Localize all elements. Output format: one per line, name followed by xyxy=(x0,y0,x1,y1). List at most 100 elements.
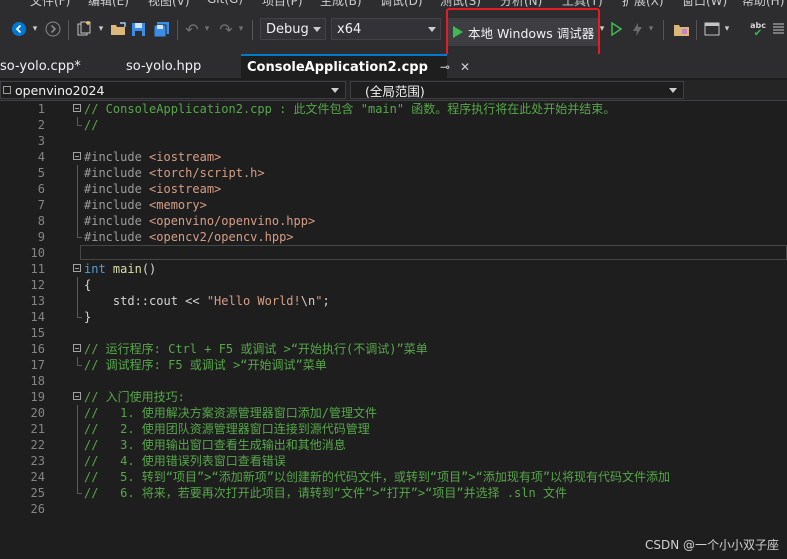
spell-check-icon[interactable]: abc ✔ xyxy=(748,18,768,40)
watermark: CSDN @一个小小双子座 xyxy=(644,538,779,552)
collapse-icon[interactable] xyxy=(73,152,81,160)
redo-icon[interactable]: ↷ xyxy=(216,18,236,40)
menu-item[interactable]: 项目(P) xyxy=(262,0,303,8)
collapse-icon[interactable] xyxy=(73,392,81,400)
code-text: // 运行程序: Ctrl + F5 或调试 >“开始执行(不调试)”菜单 xyxy=(84,341,428,357)
code-token: // 2. 使用团队资源管理器窗口连接到源代码管理 xyxy=(84,422,370,436)
scope-value: (全局范围) xyxy=(365,83,425,99)
code-line[interactable]: 12 { xyxy=(0,277,787,293)
menu-item[interactable]: 帮助(H) xyxy=(742,0,784,8)
code-line[interactable]: 19 // 入门使用技巧: xyxy=(0,389,787,405)
back-dropdown-icon[interactable]: ▾ xyxy=(30,18,40,40)
code-token: main xyxy=(112,262,142,276)
menu-item[interactable]: 窗口(W) xyxy=(682,0,727,8)
code-line[interactable]: 6 #include <iostream> xyxy=(0,181,787,197)
code-line[interactable]: 21 // 2. 使用团队资源管理器窗口连接到源代码管理 xyxy=(0,421,787,437)
forward-icon[interactable] xyxy=(42,18,64,40)
hot-reload-dropdown-icon[interactable]: ▾ xyxy=(646,18,656,40)
code-line[interactable]: 14} xyxy=(0,309,787,325)
open-folder-icon[interactable] xyxy=(108,18,128,40)
code-line[interactable]: 10 xyxy=(0,245,787,261)
code-line[interactable]: 11 int main() xyxy=(0,261,787,277)
code-line[interactable]: 2 // xyxy=(0,117,787,133)
start-debug-button[interactable]: 本地 Windows 调试器 xyxy=(448,18,598,46)
outline-guide xyxy=(77,229,82,238)
hot-reload-icon[interactable] xyxy=(628,18,646,40)
collapse-icon[interactable] xyxy=(73,104,81,112)
undo-icon[interactable]: ↶ xyxy=(182,18,202,40)
code-line[interactable]: 13 std::cout << "Hello World!\n"; xyxy=(0,293,787,309)
start-without-debug-icon[interactable] xyxy=(607,18,625,40)
code-line[interactable]: 1 // ConsoleApplication2.cpp : 此文件包含 "mai… xyxy=(0,101,787,117)
outline-guide xyxy=(77,469,78,485)
menu-item[interactable]: 测试(S) xyxy=(440,0,481,8)
code-line[interactable]: 25 // 6. 将来，若要再次打开此项目，请转到“文件”>“打开”>“项目”并选… xyxy=(0,485,787,501)
back-icon[interactable] xyxy=(8,18,30,40)
code-line[interactable]: 4 #include <iostream> xyxy=(0,149,787,165)
chevron-down-icon xyxy=(331,88,339,93)
layout-dropdown-icon[interactable]: ▾ xyxy=(722,18,732,40)
menu-item[interactable]: Git(G) xyxy=(207,0,243,6)
code-text: } xyxy=(84,309,91,325)
code-line[interactable]: 17 // 调试程序: F5 或调试 >“开始调试”菜单 xyxy=(0,357,787,373)
save-icon[interactable] xyxy=(128,18,148,40)
code-line[interactable]: 7 #include <memory> xyxy=(0,197,787,213)
pin-icon[interactable]: ⊸ xyxy=(440,60,450,74)
line-number: 23 xyxy=(30,454,45,468)
code-line[interactable]: 20 // 1. 使用解决方案资源管理器窗口添加/管理文件 xyxy=(0,405,787,421)
save-all-icon[interactable] xyxy=(150,18,172,40)
comment-icon[interactable] xyxy=(770,18,786,40)
code-line[interactable]: 16 // 运行程序: Ctrl + F5 或调试 >“开始执行(不调试)”菜单 xyxy=(0,341,787,357)
code-line[interactable]: 15 xyxy=(0,325,787,341)
collapse-icon[interactable] xyxy=(73,344,81,352)
code-token: // 1. 使用解决方案资源管理器窗口添加/管理文件 xyxy=(84,406,378,420)
code-line[interactable]: 3 xyxy=(0,133,787,149)
code-line[interactable]: 24 // 5. 转到“项目”>“添加新项”以创建新的代码文件，或转到“项目”>“… xyxy=(0,469,787,485)
new-dropdown-icon[interactable]: ▾ xyxy=(96,18,106,40)
code-line[interactable]: 18 xyxy=(0,373,787,389)
outline-guide xyxy=(77,421,78,437)
menu-item[interactable]: 扩展(X) xyxy=(622,0,664,8)
solution-explorer-icon[interactable] xyxy=(670,18,692,40)
code-line[interactable]: 23 // 4. 使用错误列表窗口查看错误 xyxy=(0,453,787,469)
code-text: // 5. 转到“项目”>“添加新项”以创建新的代码文件，或转到“项目”>“添加… xyxy=(84,469,670,485)
outline-guide xyxy=(77,453,78,469)
outline-guide xyxy=(77,437,78,453)
menu-item[interactable]: 编辑(E) xyxy=(88,0,129,8)
window-layout-icon[interactable] xyxy=(702,18,722,40)
debug-target-dropdown-icon[interactable]: ▾ xyxy=(598,18,606,40)
code-line[interactable]: 26 xyxy=(0,501,787,517)
code-token: // 5. 转到“项目”>“添加新项”以创建新的代码文件，或转到“项目”>“添加… xyxy=(84,470,671,484)
menu-item[interactable]: 生成(B) xyxy=(320,0,362,8)
menu-item[interactable]: 调试(D) xyxy=(380,0,423,8)
platform-select[interactable]: x64 xyxy=(331,18,441,40)
undo-dropdown-icon[interactable]: ▾ xyxy=(202,18,212,40)
code-token: // xyxy=(84,118,99,132)
collapse-icon[interactable] xyxy=(73,264,81,272)
configuration-select[interactable]: Debug xyxy=(260,18,326,40)
tab-so-yolo-hpp[interactable]: so-yolo.hpp xyxy=(124,54,236,78)
tab-consoleapplication2-cpp[interactable]: ConsoleApplication2.cpp ⊸ ✕ xyxy=(241,54,470,78)
new-project-icon[interactable] xyxy=(72,18,96,40)
code-line[interactable]: 22 // 3. 使用输出窗口查看生成输出和其他消息 xyxy=(0,437,787,453)
menu-item[interactable]: 视图(V) xyxy=(148,0,190,8)
tab-so-yolo-cpp[interactable]: so-yolo.cpp* xyxy=(0,54,116,78)
code-token: #include xyxy=(84,150,150,164)
menu-item[interactable]: 工具(T) xyxy=(562,0,603,8)
line-number: 13 xyxy=(30,294,45,308)
menu-item[interactable]: 文件(F) xyxy=(30,0,70,8)
redo-dropdown-icon[interactable]: ▾ xyxy=(236,18,246,40)
close-icon[interactable]: ✕ xyxy=(460,60,470,74)
code-token: <iostream> xyxy=(149,150,222,164)
outline-guide xyxy=(77,197,78,213)
code-line[interactable]: 5 #include <torch/script.h> xyxy=(0,165,787,181)
code-line[interactable]: 8 #include <openvino/openvino.hpp> xyxy=(0,213,787,229)
scope-select[interactable]: (全局范围) xyxy=(350,81,684,99)
code-editor[interactable]: 1 // ConsoleApplication2.cpp : 此文件包含 "mai… xyxy=(0,101,787,559)
code-text: // xyxy=(84,117,98,133)
project-select[interactable]: openvino2024 xyxy=(0,81,346,99)
menu-item[interactable]: 分析(N) xyxy=(500,0,542,8)
code-token: <opencv2/opencv.hpp> xyxy=(149,230,294,244)
code-token: <iostream> xyxy=(149,182,222,196)
code-line[interactable]: 9 #include <opencv2/opencv.hpp> xyxy=(0,229,787,245)
